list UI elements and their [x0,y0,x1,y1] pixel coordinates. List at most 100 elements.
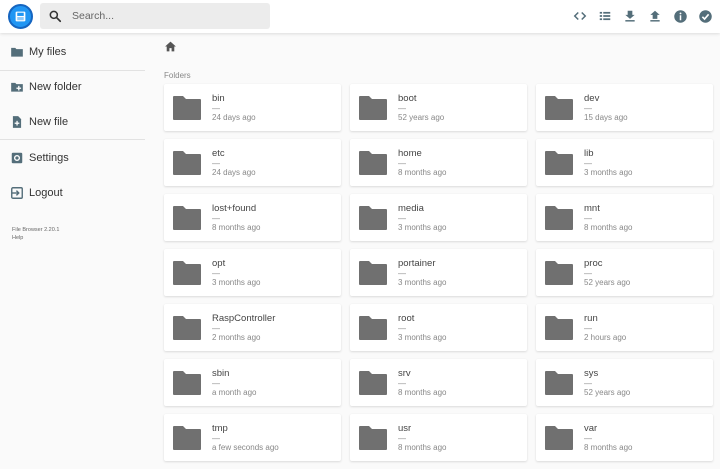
select-check-icon[interactable] [696,7,714,25]
help-link[interactable]: Help [12,234,59,242]
file-browser-logo-icon[interactable] [8,4,33,29]
sidebar: My files New folder New file Settings Lo… [0,33,148,469]
breadcrumb-home-icon[interactable] [164,40,177,53]
folder-modified: 15 days ago [584,113,628,122]
search-input[interactable] [72,10,262,22]
folder-icon [10,45,24,59]
sidebar-item-logout[interactable]: Logout [0,175,145,210]
folder-modified: 3 months ago [212,278,261,287]
folder-modified: 8 months ago [584,443,633,452]
folder-modified: 3 months ago [584,168,633,177]
folder-item[interactable]: sbin — a month ago [164,359,341,406]
sidebar-item-label: New file [29,115,69,128]
folder-modified: 2 months ago [212,333,261,342]
folder-item[interactable]: run —2 hours ago [536,304,713,351]
folder-item[interactable]: usr —8 months ago [350,414,527,461]
folder-icon [358,260,388,286]
folder-item[interactable]: srv —8 months ago [350,359,527,406]
folder-modified: 2 hours ago [584,333,627,342]
folder-name: home [398,148,422,159]
folder-item[interactable]: var —8 months ago [536,414,713,461]
folder-modified: 52 years ago [398,113,445,122]
folder-name: sbin [212,368,230,379]
folder-size: — [398,159,406,168]
folder-name: srv [398,368,411,379]
folder-icon [544,150,574,176]
folder-icon [358,205,388,231]
folder-modified: 8 months ago [584,223,633,232]
folder-modified: 8 months ago [212,223,261,232]
folder-item[interactable]: home —8 months ago [350,139,527,186]
folder-icon [172,95,202,121]
sidebar-item-new-folder[interactable]: New folder [0,69,145,104]
folder-item[interactable]: root —3 months ago [350,304,527,351]
folder-name: usr [398,423,412,434]
folder-icon [544,205,574,231]
folder-item[interactable]: portainer —3 months ago [350,249,527,296]
folder-item[interactable]: proc —52 years ago [536,249,713,296]
folder-icon [544,95,574,121]
info-icon[interactable] [671,7,689,25]
folder-name: run [584,313,598,324]
folder-size: — [584,324,592,333]
toolbar [571,7,714,25]
list-view-icon[interactable] [596,7,614,25]
section-title: Folders [164,71,191,80]
folder-name: lost+found [212,203,257,214]
folder-size: — [584,104,592,113]
search-bar[interactable] [40,3,270,29]
folder-icon [172,150,202,176]
folder-icon [544,315,574,341]
folder-item[interactable]: sys —52 years ago [536,359,713,406]
folder-name: bin [212,93,225,104]
folder-item[interactable]: lost+found —8 months ago [164,194,341,241]
folder-item[interactable]: lib —3 months ago [536,139,713,186]
folder-item[interactable]: bin —24 days ago [164,84,341,131]
folder-item[interactable]: tmp — a few seconds ago [164,414,341,461]
folder-name: boot [398,93,417,104]
top-bar [0,0,720,33]
folder-name: sys [584,368,599,379]
folder-size: — [398,104,406,113]
folder-icon [172,260,202,286]
settings-icon [10,151,24,165]
folder-size: — [212,434,220,443]
folder-item[interactable]: etc —24 days ago [164,139,341,186]
folder-modified: 8 months ago [398,388,447,397]
sidebar-item-settings[interactable]: Settings [0,140,145,175]
folder-icon [358,425,388,451]
note-add-icon [10,115,24,129]
folder-modified: 24 days ago [212,168,256,177]
folder-item[interactable]: mnt —8 months ago [536,194,713,241]
folder-size: — [212,214,220,223]
folder-item[interactable]: opt —3 months ago [164,249,341,296]
folder-item[interactable]: media —3 months ago [350,194,527,241]
folder-item[interactable]: dev —15 days ago [536,84,713,131]
code-switch-icon[interactable] [571,7,589,25]
folder-size: — [212,159,220,168]
sidebar-item-my-files[interactable]: My files [0,34,145,69]
folder-size: — [398,434,406,443]
folder-icon [172,370,202,396]
folder-modified: a month ago [212,388,257,397]
download-icon[interactable] [621,7,639,25]
folder-icon [544,370,574,396]
folder-name: mnt [584,203,600,214]
folder-size: — [212,324,220,333]
folder-item[interactable]: RaspController —2 months ago [164,304,341,351]
folder-name: lib [584,148,594,159]
search-icon [48,9,62,23]
folder-modified: a few seconds ago [212,443,279,452]
folder-name: root [398,313,415,324]
folder-name: dev [584,93,600,104]
folder-icon [544,260,574,286]
folder-icon [358,150,388,176]
sidebar-item-label: New folder [29,80,82,93]
folder-size: — [584,214,592,223]
upload-icon[interactable] [646,7,664,25]
folder-modified: 3 months ago [398,223,447,232]
sidebar-item-new-file[interactable]: New file [0,104,145,139]
folder-size: — [212,104,220,113]
folder-item[interactable]: boot —52 years ago [350,84,527,131]
folder-name: RaspController [212,313,276,324]
